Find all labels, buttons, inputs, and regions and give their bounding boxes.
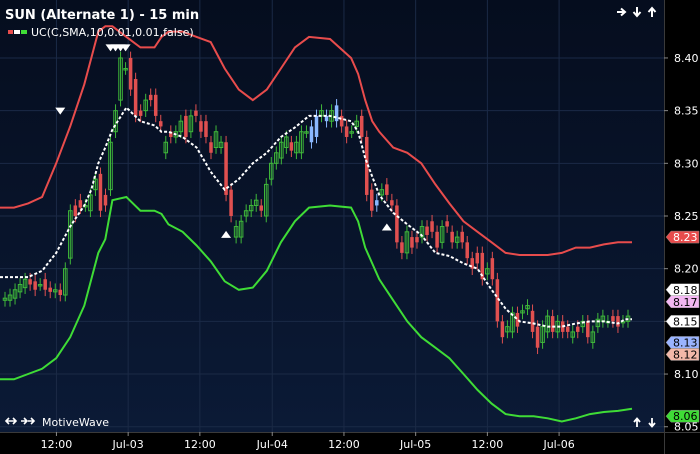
candle-body [375, 200, 379, 206]
brand-label: MotiveWave [42, 416, 109, 429]
candle-body [400, 242, 404, 253]
candle-body [314, 115, 319, 137]
candle-body [28, 279, 32, 285]
candle-body [33, 281, 37, 290]
candle-body [530, 310, 535, 332]
y-tick-label: 8.20 [674, 263, 699, 276]
x-tick-label: 12:00 [328, 438, 360, 451]
price-tag: 8.15 [665, 315, 700, 328]
y-tick-label: 8.30 [674, 157, 699, 170]
candle-body [550, 316, 555, 332]
candle-body [48, 287, 52, 292]
price-tag: 8.06 [665, 409, 700, 423]
candle-body [500, 321, 505, 338]
price-tag: 8.23 [665, 230, 700, 244]
x-tick-label: Jul-03 [112, 438, 144, 451]
x-tick-label: Jul-05 [399, 438, 431, 451]
candle-body [616, 316, 620, 327]
price-tag-label: 8.23 [673, 231, 698, 244]
candle-body [309, 126, 314, 143]
candle-body [445, 221, 449, 227]
candle-body [103, 194, 108, 206]
candle-body [565, 326, 570, 332]
candle-body [575, 326, 580, 332]
x-tick-label: Jul-06 [542, 438, 574, 451]
x-tick-label: 12:00 [184, 438, 216, 451]
candle-body [611, 316, 615, 322]
candle-body [73, 205, 78, 216]
candle-body [158, 121, 163, 127]
legend-swatch-lower [21, 30, 27, 34]
candle-body [410, 237, 414, 248]
chart-canvas: 8.408.358.308.258.208.158.108.05 12:00Ju… [0, 0, 700, 454]
candle-body [390, 200, 394, 206]
candle-body [586, 321, 590, 338]
candle-body [385, 184, 389, 195]
y-tick-label: 8.35 [674, 105, 699, 118]
y-tick-label: 8.10 [674, 368, 699, 381]
candle-body [344, 126, 349, 137]
candle-body [229, 189, 233, 216]
candle-body [435, 231, 439, 248]
chart-container: 8.408.358.308.258.208.158.108.05 12:00Ju… [0, 0, 700, 454]
candle-body [138, 110, 143, 116]
price-tag: 8.12 [665, 348, 700, 361]
price-tag-label: 8.17 [673, 296, 698, 309]
candle-body [58, 289, 63, 296]
candle-body [415, 237, 419, 243]
legend[interactable]: UC(C,SMA,10,0.01,0.01,false) [8, 26, 194, 39]
candle-body [128, 57, 133, 90]
x-tick-label: 12:00 [41, 438, 73, 451]
candle-body [98, 173, 103, 211]
candle-body [259, 205, 263, 211]
candle-body [153, 94, 158, 116]
candle-body [199, 121, 203, 132]
candle-body [430, 221, 434, 232]
candle-body [43, 279, 47, 290]
candle-body [425, 226, 429, 235]
candle-body [289, 142, 294, 151]
candle-body [148, 94, 153, 101]
candle-body [209, 142, 213, 153]
x-tick-label: 12:00 [472, 438, 504, 451]
candle-body [133, 79, 138, 116]
candle-body [465, 242, 469, 259]
candle-body [475, 252, 480, 264]
y-tick-label: 8.40 [674, 52, 699, 65]
candle-body [395, 205, 399, 243]
y-tick-label: 8.25 [674, 210, 699, 223]
price-tag-label: 8.15 [673, 315, 698, 328]
candle-body [370, 189, 374, 211]
candle-body [490, 258, 495, 280]
price-tag-label: 8.06 [673, 410, 698, 423]
candle-body [334, 105, 339, 122]
candle-body [184, 115, 188, 137]
candle-body [359, 115, 364, 137]
x-tick-label: Jul-04 [256, 438, 288, 451]
price-tag: 8.17 [665, 295, 700, 309]
legend-swatch-upper [8, 30, 13, 34]
candle-body [194, 110, 198, 116]
chart-title: SUN (Alternate 1) - 15 min [5, 8, 199, 23]
legend-label: UC(C,SMA,10,0.01,0.01,false) [31, 26, 194, 39]
candle-body [204, 121, 208, 137]
candle-body [78, 200, 83, 208]
legend-swatch-sma [14, 30, 20, 34]
candle-body [460, 231, 464, 243]
candle-body [450, 231, 454, 243]
candle-body [535, 326, 540, 348]
price-tag-label: 8.12 [673, 348, 698, 361]
